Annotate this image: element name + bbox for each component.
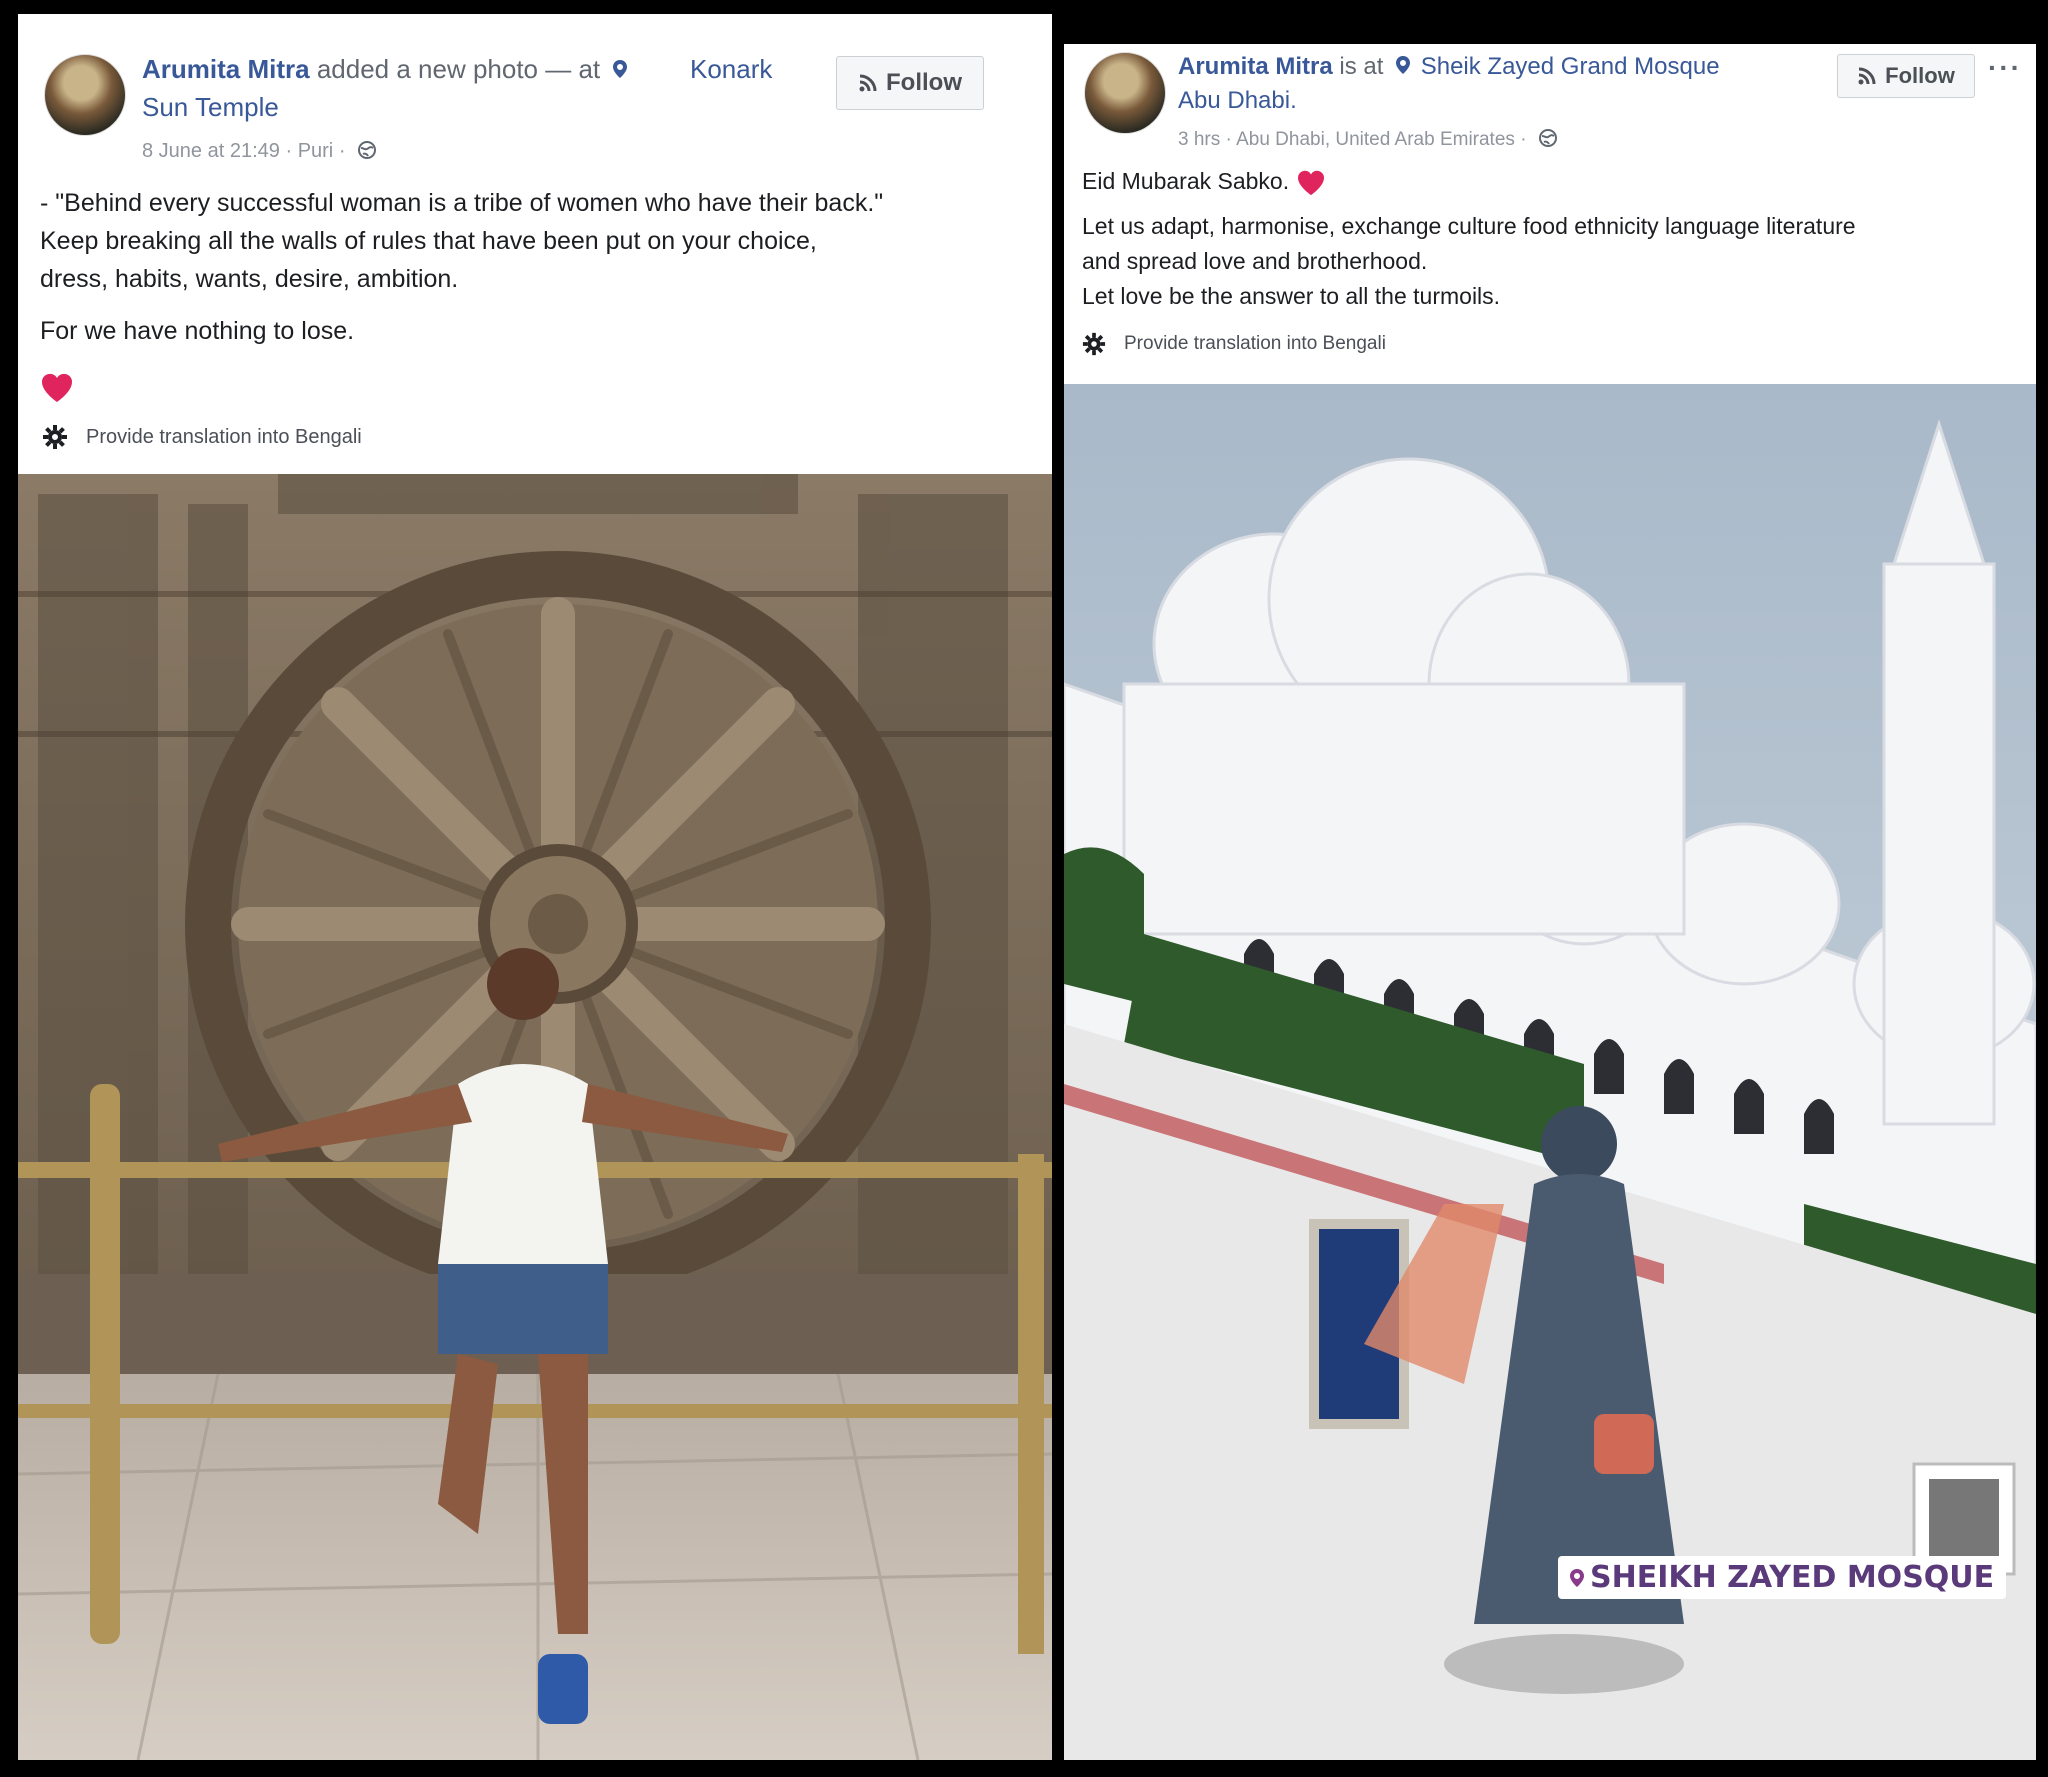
follow-label: Follow xyxy=(886,69,962,96)
post-text-line: Eid Mubarak Sabko. xyxy=(1082,164,2032,199)
globe-icon xyxy=(1538,129,1557,147)
place-link-line2[interactable]: Abu Dhabi. xyxy=(1178,84,1297,118)
post-location[interactable]: Abu Dhabi, United Arab Emirates xyxy=(1236,129,1515,150)
follow-button[interactable]: Follow xyxy=(836,56,984,110)
post-text-greeting: Eid Mubarak Sabko. xyxy=(1082,168,1290,194)
post-text-line: Let love be the answer to all the turmoi… xyxy=(1082,283,1501,309)
location-pin-icon xyxy=(1396,50,1411,74)
heart-icon xyxy=(41,374,73,403)
meta-separator-2: · xyxy=(1520,129,1527,150)
author-avatar[interactable] xyxy=(44,54,126,136)
location-pin-icon xyxy=(1570,1568,1584,1587)
globe-icon xyxy=(358,141,377,159)
post-text: - "Behind every successful woman is a tr… xyxy=(40,184,1040,406)
gear-icon xyxy=(43,425,67,449)
mosque-photo xyxy=(1064,384,2036,1760)
author-avatar[interactable] xyxy=(1084,52,1166,134)
heart-icon xyxy=(1297,170,1324,196)
place-link-line2[interactable]: Sun Temple xyxy=(142,90,279,124)
post-timestamp[interactable]: 8 June at 21:49 xyxy=(142,140,280,162)
follow-label: Follow xyxy=(1885,63,1955,88)
post-text-line: dress, habits, wants, desire, ambition. xyxy=(40,265,459,293)
post-photo[interactable]: SHEIKH ZAYED MOSQUE xyxy=(1064,384,2036,1760)
gear-icon xyxy=(1082,332,1106,356)
location-sticker: SHEIKH ZAYED MOSQUE xyxy=(1558,1556,2007,1599)
post-text-line: Keep breaking all the walls of rules tha… xyxy=(40,227,817,255)
post-meta: 8 June at 21:49 · Puri · xyxy=(142,140,377,163)
post-text-line: For we have nothing to lose. xyxy=(40,317,355,345)
left-post-card: Arumita Mitra added a new photo — at Aru… xyxy=(18,14,1052,1760)
meta-separator-2: · xyxy=(338,140,346,162)
post-text-line: and spread love and brotherhood. xyxy=(1082,248,1428,274)
translate-link[interactable]: Provide translation into Bengali xyxy=(42,424,362,450)
place-link[interactable]: Konark xyxy=(690,52,772,86)
author-name[interactable]: Arumita Mitra xyxy=(1178,53,1333,80)
post-action: is at xyxy=(1339,53,1384,80)
post-timestamp[interactable]: 3 hrs xyxy=(1178,129,1220,150)
post-text: Eid Mubarak Sabko. Let us adapt, harmoni… xyxy=(1082,164,2032,314)
meta-separator: · xyxy=(285,140,293,162)
post-location[interactable]: Puri xyxy=(298,140,334,162)
location-sticker-label: SHEIKH ZAYED MOSQUE xyxy=(1590,1560,1995,1595)
post-text-line: Let us adapt, harmonise, exchange cultur… xyxy=(1082,213,1856,239)
place-link[interactable]: Sheik Zayed Grand Mosque xyxy=(1421,53,1720,80)
place-name[interactable]: Arumita Mitra added a new photo — at ⚲ xyxy=(142,52,613,86)
right-post-card: Arumita Mitra is at Sheik Zayed Grand Mo… xyxy=(1064,44,2036,1760)
post-meta: 3 hrs · Abu Dhabi, United Arab Emirates … xyxy=(1178,128,1558,151)
meta-separator: · xyxy=(1225,129,1232,150)
rss-icon xyxy=(859,74,877,92)
translate-link[interactable]: Provide translation into Bengali xyxy=(1082,332,1386,356)
rss-icon xyxy=(1858,67,1876,85)
post-header-line1: Arumita Mitra is at Sheik Zayed Grand Mo… xyxy=(1178,50,1720,84)
location-pin-icon xyxy=(613,52,628,78)
translate-label: Provide translation into Bengali xyxy=(1124,333,1386,354)
more-options-icon[interactable]: ··· xyxy=(1988,52,2022,84)
follow-button[interactable]: Follow xyxy=(1837,54,1975,98)
konark-wheel-photo xyxy=(18,474,1052,1760)
post-photo[interactable] xyxy=(18,474,1052,1760)
translate-label: Provide translation into Bengali xyxy=(86,425,362,448)
post-text-line: - "Behind every successful woman is a tr… xyxy=(40,189,884,217)
